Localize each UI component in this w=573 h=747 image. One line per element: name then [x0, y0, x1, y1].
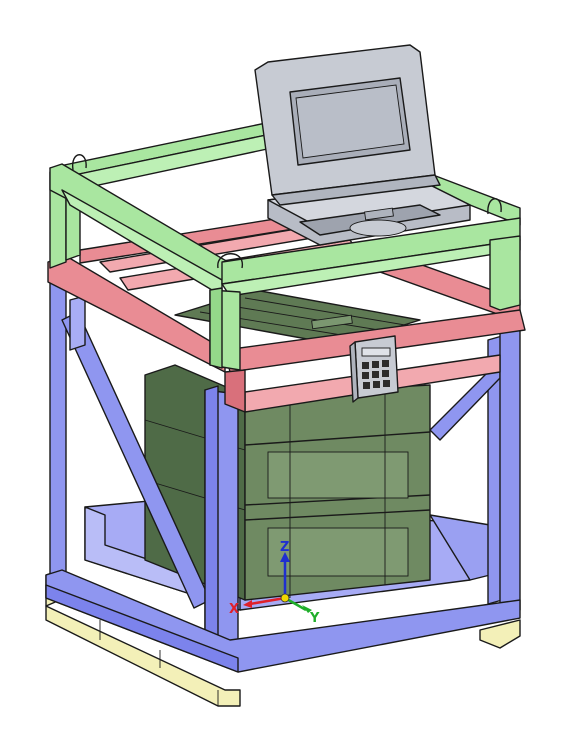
cad-viewport[interactable]: Z X Y [0, 0, 573, 747]
z-axis-label: Z [280, 540, 289, 555]
y-axis-label: Y [309, 611, 320, 626]
assembly-drawing: Z X Y [45, 44, 526, 707]
x-axis-label: X [229, 602, 239, 617]
laptop [254, 44, 471, 246]
axis-origin [280, 593, 290, 603]
keypad-box [349, 335, 399, 403]
